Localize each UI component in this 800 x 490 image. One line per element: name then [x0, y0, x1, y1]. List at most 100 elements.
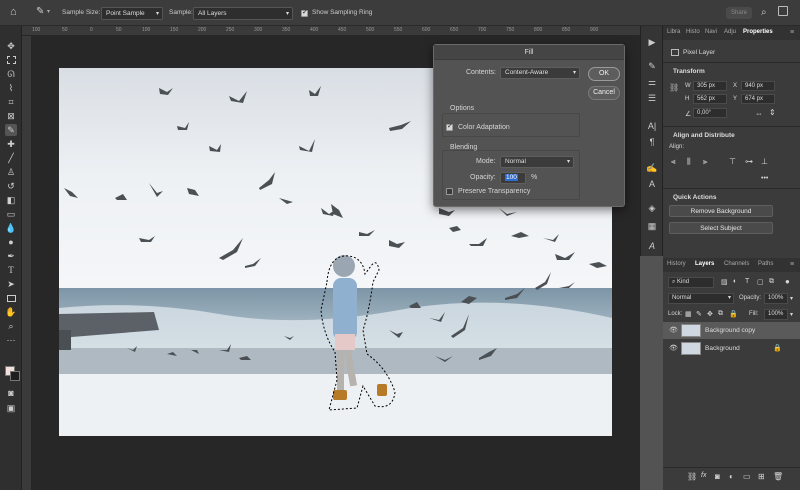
tab-properties[interactable]: Properties: [743, 29, 773, 35]
brush-tool-icon[interactable]: ╱: [5, 152, 17, 164]
gradient-tool-icon[interactable]: ▭: [5, 208, 17, 220]
lock-artboard-icon[interactable]: ⧉: [718, 310, 723, 318]
tab-navigator[interactable]: Navi: [705, 29, 717, 35]
layer-opacity-field[interactable]: 100%: [764, 293, 788, 304]
workspace-icon[interactable]: [778, 6, 788, 16]
search-icon[interactable]: ⌕: [761, 7, 767, 18]
new-layer-icon[interactable]: ⊞: [758, 472, 765, 481]
height-field[interactable]: 562 px: [693, 94, 727, 104]
layer-fill-field[interactable]: 100%: [764, 309, 788, 320]
fx-icon[interactable]: fx: [701, 472, 706, 479]
align-left-icon[interactable]: ⫷: [671, 157, 676, 167]
eyedropper-icon[interactable]: ✎: [5, 124, 17, 136]
panel-menu-icon[interactable]: ≡: [790, 29, 794, 36]
quick-selection-tool-icon[interactable]: ⌇: [5, 82, 17, 94]
move-tool-icon[interactable]: ✥: [5, 40, 17, 52]
hand-tool-icon[interactable]: ✋: [5, 306, 17, 318]
clone-stamp-icon[interactable]: ♙: [5, 166, 17, 178]
blend-mode-select[interactable]: Normal ▾: [668, 293, 734, 304]
filter-pixel-icon[interactable]: ▨: [721, 278, 728, 286]
quick-actions-header[interactable]: Quick Actions: [673, 194, 716, 201]
mode-select[interactable]: Normal ▾: [500, 156, 574, 168]
align-center-h-icon[interactable]: ⫼: [687, 157, 691, 167]
link-icon[interactable]: ⛓: [669, 83, 679, 92]
brush-settings-icon[interactable]: ✎: [646, 60, 658, 72]
tab-layers[interactable]: Layers: [695, 261, 714, 267]
tab-paths[interactable]: Paths: [758, 261, 773, 267]
frame-tool-icon[interactable]: ⊠: [5, 110, 17, 122]
tab-libraries[interactable]: Libra: [667, 29, 680, 35]
lock-image-icon[interactable]: ✎: [696, 310, 702, 318]
screen-mode-icon[interactable]: ▣: [5, 402, 17, 414]
rectangle-tool-icon[interactable]: [5, 292, 17, 304]
layer-row[interactable]: 👁 Background copy: [663, 322, 800, 339]
trash-icon[interactable]: 🗑: [773, 472, 783, 481]
sample-size-select[interactable]: Point Sample ▾: [101, 7, 163, 20]
share-button[interactable]: Share: [726, 7, 752, 19]
layer-kind-filter[interactable]: ⌕ Kind: [668, 277, 714, 288]
opacity-input[interactable]: 100: [500, 172, 526, 184]
paragraph-icon[interactable]: ¶: [646, 136, 658, 148]
tab-history[interactable]: History: [667, 261, 686, 267]
eyedropper-tool-icon[interactable]: ✎: [36, 6, 44, 17]
play-icon[interactable]: ▶: [646, 36, 658, 48]
fill-dialog-title[interactable]: Fill: [434, 45, 624, 60]
sample-select[interactable]: All Layers ▾: [193, 7, 293, 20]
lock-all-icon[interactable]: 🔒: [729, 310, 738, 318]
blur-tool-icon[interactable]: 💧: [5, 222, 17, 234]
more-options-icon[interactable]: •••: [761, 175, 768, 182]
show-sampling-ring-checkbox[interactable]: [301, 8, 308, 17]
chevron-down-icon[interactable]: ▾: [790, 295, 793, 302]
lock-position-icon[interactable]: ✥: [707, 310, 713, 318]
align-section-header[interactable]: Align and Distribute: [673, 132, 735, 139]
cancel-button[interactable]: Cancel: [588, 86, 620, 100]
eraser-tool-icon[interactable]: ◧: [5, 194, 17, 206]
transform-section-header[interactable]: Transform: [673, 68, 705, 75]
angle-field[interactable]: 0,00°: [693, 108, 727, 118]
grid-icon[interactable]: ▦: [646, 220, 658, 232]
add-mask-icon[interactable]: ◙: [715, 472, 720, 481]
crop-tool-icon[interactable]: ⌗: [5, 96, 17, 108]
healing-brush-icon[interactable]: ✚: [5, 138, 17, 150]
text-style-icon[interactable]: A: [646, 178, 658, 190]
lock-icon[interactable]: 🔒: [773, 344, 782, 352]
quick-mask-icon[interactable]: ◙: [5, 387, 17, 399]
character-icon[interactable]: A|: [646, 120, 658, 132]
filter-shape-icon[interactable]: ▢: [757, 278, 764, 286]
align-center-v-icon[interactable]: ⊶: [745, 157, 753, 166]
zoom-tool-icon[interactable]: ⌕: [5, 320, 17, 332]
lasso-tool-icon[interactable]: ᘏ: [5, 68, 17, 80]
tab-adjustments[interactable]: Adju: [724, 29, 736, 35]
x-field[interactable]: 940 px: [741, 81, 775, 91]
visibility-eye-icon[interactable]: 👁: [669, 326, 678, 334]
chevron-down-icon[interactable]: ▾: [790, 311, 793, 318]
sliders-icon[interactable]: ☰: [646, 92, 658, 104]
history-brush-icon[interactable]: ↺: [5, 180, 17, 192]
filter-smart-object-icon[interactable]: ⧉: [769, 278, 774, 286]
flip-vertical-icon[interactable]: ⇕: [769, 108, 776, 117]
adjustment-layer-icon[interactable]: ◐: [729, 472, 734, 481]
remove-background-button[interactable]: Remove Background: [669, 205, 773, 217]
dodge-tool-icon[interactable]: ●: [5, 236, 17, 248]
tab-channels[interactable]: Channels: [724, 261, 749, 267]
preserve-transparency-checkbox[interactable]: [446, 188, 453, 195]
background-color-swatch[interactable]: [10, 371, 20, 381]
new-group-icon[interactable]: ▭: [743, 472, 751, 481]
contents-select[interactable]: Content-Aware ▾: [500, 67, 580, 79]
panel-menu-icon[interactable]: ≡: [790, 261, 794, 268]
type-tool-icon[interactable]: T: [5, 264, 17, 276]
y-field[interactable]: 674 px: [741, 94, 775, 104]
ok-button[interactable]: OK: [588, 67, 620, 81]
path-selection-icon[interactable]: ➤: [5, 278, 17, 290]
align-right-icon[interactable]: ⫸: [703, 157, 708, 167]
more-tools-icon[interactable]: ⋯: [5, 334, 17, 346]
adjustment-icon[interactable]: ⚌: [646, 76, 658, 88]
link-layers-icon[interactable]: ⛓: [687, 472, 697, 481]
flip-horizontal-icon[interactable]: ⇔: [755, 109, 763, 118]
align-bottom-icon[interactable]: ⊥: [761, 157, 768, 166]
chevron-down-icon[interactable]: ▾: [47, 8, 50, 15]
layer-row[interactable]: 👁 Background 🔒: [663, 340, 800, 357]
filter-adjustment-icon[interactable]: ◐: [733, 278, 737, 285]
marquee-tool-icon[interactable]: [5, 54, 17, 66]
glyphs-icon[interactable]: ✍: [646, 162, 658, 174]
